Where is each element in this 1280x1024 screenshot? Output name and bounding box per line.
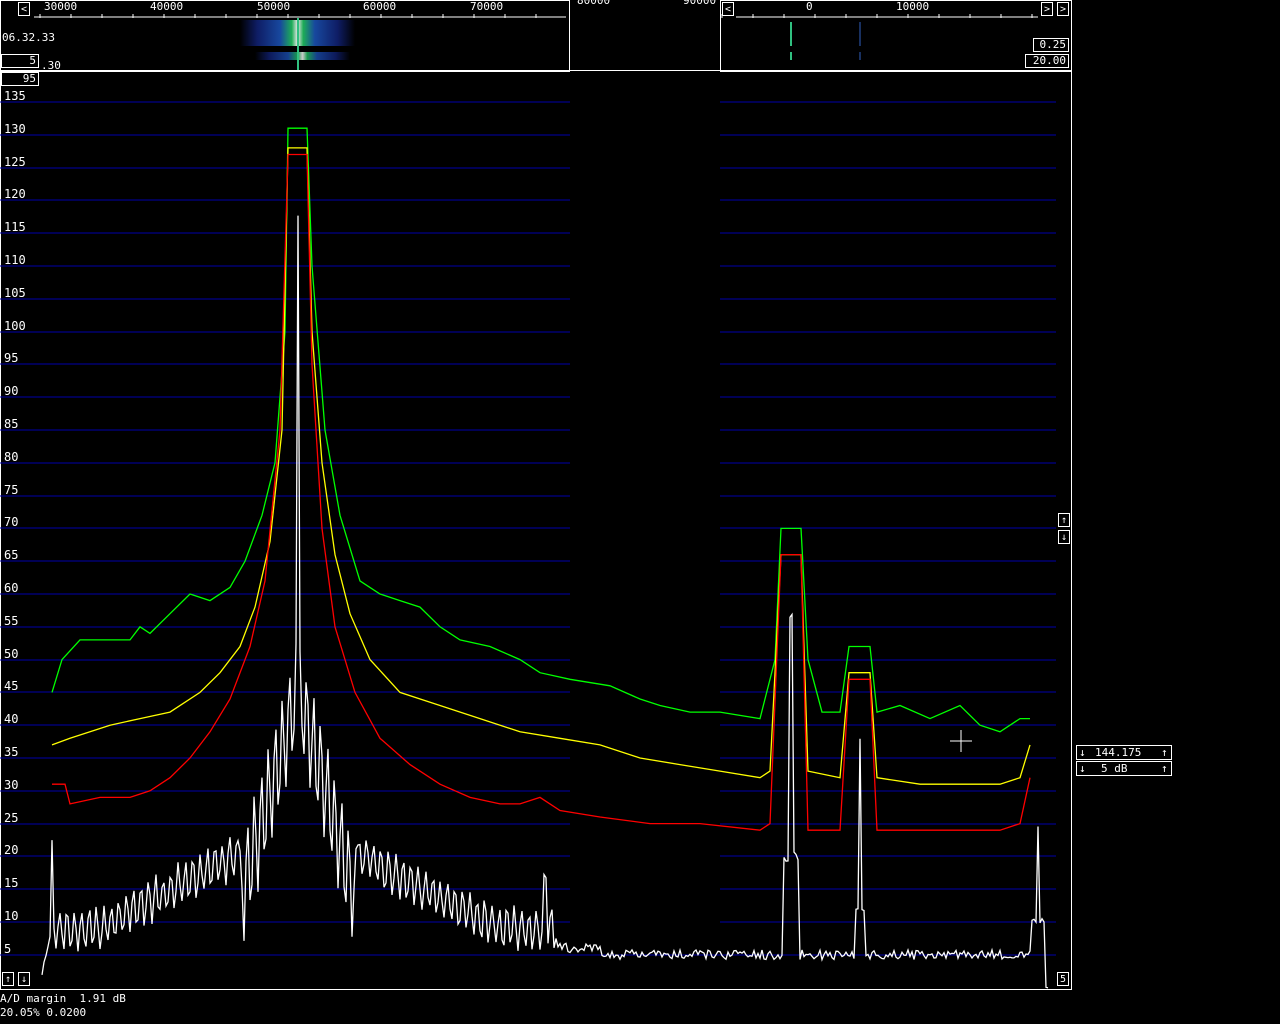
y-axis-label: 40 — [4, 712, 18, 726]
y-axis-label: 30 — [4, 778, 18, 792]
bottom-down-button[interactable]: ↓ — [18, 972, 30, 986]
db-up-icon[interactable]: ↑ — [1161, 763, 1168, 775]
y-axis-label: 90 — [4, 384, 18, 398]
ad-margin-status: A/D margin 1.91 dB — [0, 992, 126, 1005]
y-axis-label: 65 — [4, 548, 18, 562]
y-axis-label: 60 — [4, 581, 18, 595]
freq-value: 144.175 — [1095, 746, 1142, 759]
y-axis-label: 50 — [4, 647, 18, 661]
y-axis-label: 105 — [4, 286, 26, 300]
y-axis-label: 55 — [4, 614, 18, 628]
y-axis-label: 20 — [4, 843, 18, 857]
trace-average — [51, 147, 1031, 785]
db-control[interactable]: ↓ 5 dB ↑ — [1076, 761, 1172, 776]
freq-down-icon[interactable]: ↓ — [1079, 747, 1086, 759]
y-axis-label: 35 — [4, 745, 18, 759]
y-axis-label: 100 — [4, 319, 26, 333]
crosshair-cursor — [950, 730, 972, 752]
y-axis-label: 10 — [4, 909, 18, 923]
y-axis-label: 25 — [4, 811, 18, 825]
freq-up-icon[interactable]: ↑ — [1161, 747, 1168, 759]
y-axis-label: 75 — [4, 483, 18, 497]
spectrum-scroll-up-button[interactable]: ↑ — [1058, 513, 1070, 527]
y-axis-label: 70 — [4, 515, 18, 529]
y-axis-label: 115 — [4, 220, 26, 234]
unused-gap — [570, 72, 720, 952]
y-axis-label: 135 — [4, 89, 26, 103]
db-down-icon[interactable]: ↓ — [1079, 763, 1086, 775]
db-value: 5 dB — [1101, 762, 1128, 775]
y-axis-label: 5 — [4, 942, 11, 956]
trace-current — [41, 215, 1049, 989]
y-axis-label: 120 — [4, 187, 26, 201]
y-axis-label: 110 — [4, 253, 26, 267]
spectrum-display[interactable]: 1351301251201151101051009590858075706560… — [0, 0, 1072, 990]
y-axis-label: 15 — [4, 876, 18, 890]
freq-control[interactable]: ↓ 144.175 ↑ — [1076, 745, 1172, 760]
y-axis-label: 125 — [4, 155, 26, 169]
y-axis-label: 80 — [4, 450, 18, 464]
bottom-up-button[interactable]: ↑ — [2, 972, 14, 986]
y-axis-label: 130 — [4, 122, 26, 136]
trace-min — [52, 153, 1031, 831]
y-axis-label: 45 — [4, 679, 18, 693]
y-axis-label: 95 — [4, 351, 18, 365]
bottom-right-box[interactable]: 5 — [1057, 972, 1069, 986]
spectrum-scroll-down-button[interactable]: ↓ — [1058, 530, 1070, 544]
y-axis-label: 85 — [4, 417, 18, 431]
percent-status: 20.05% 0.0200 — [0, 1006, 87, 1019]
